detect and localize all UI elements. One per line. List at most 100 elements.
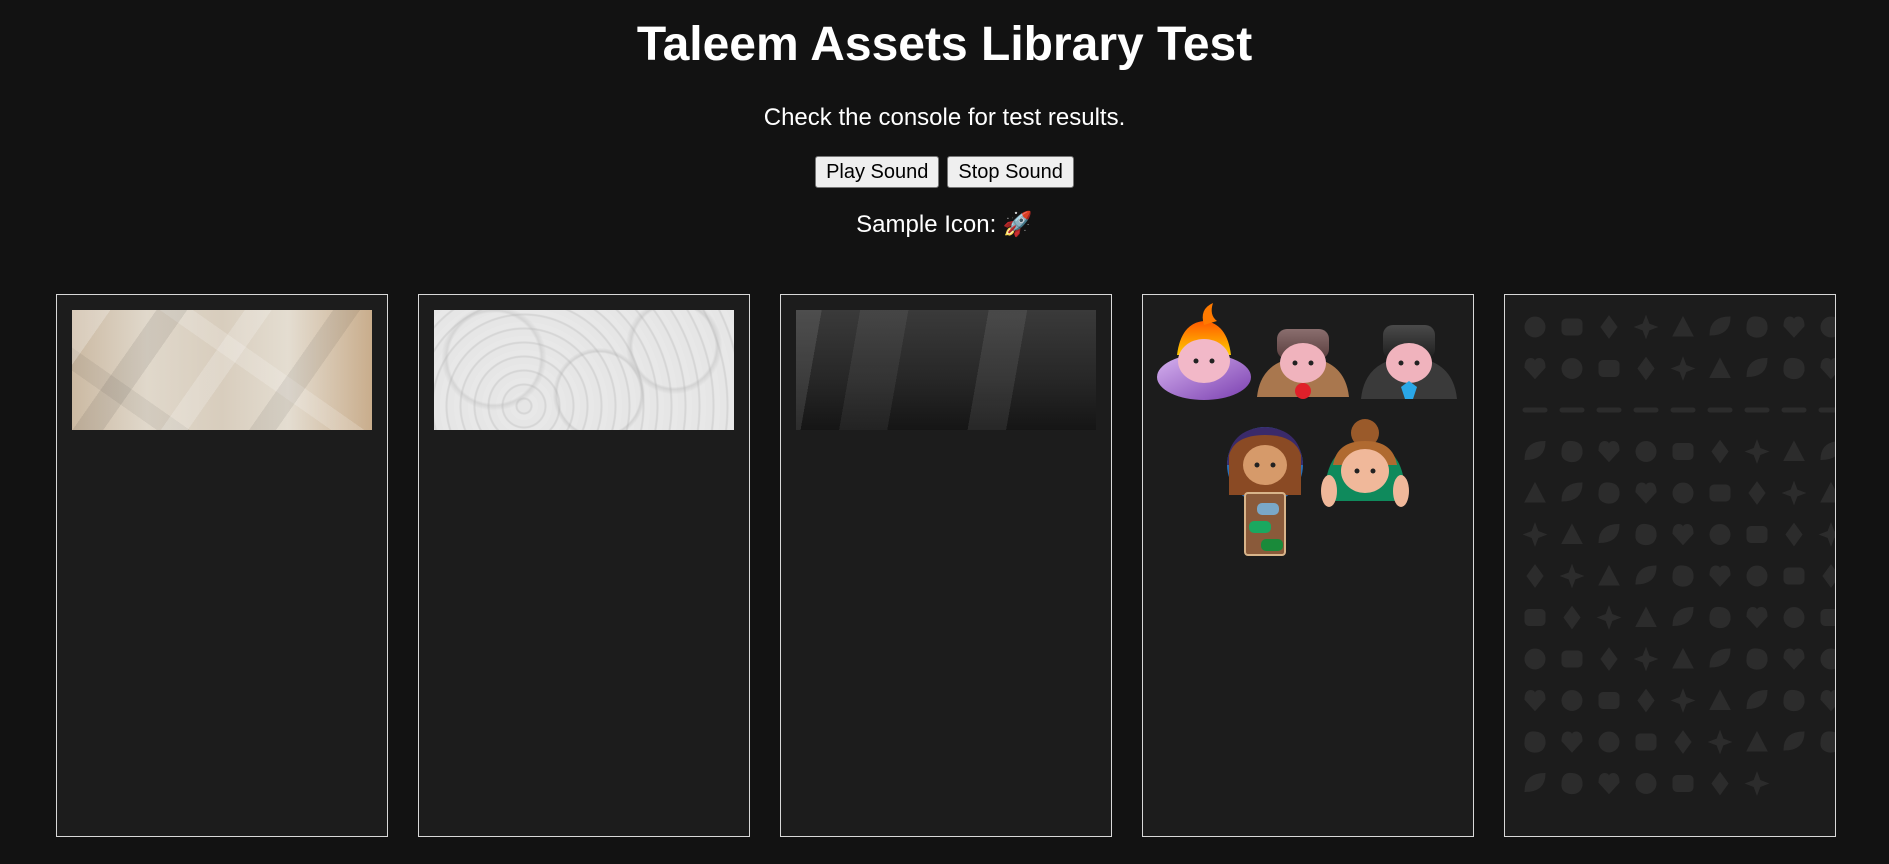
pattern-doodle-icon	[1707, 729, 1733, 755]
avatar-man-red-tie	[1257, 329, 1349, 399]
pattern-doodle-icon	[1820, 648, 1835, 670]
pattern-doodle-icon	[1707, 407, 1733, 413]
stop-sound-button[interactable]: Stop Sound	[947, 156, 1074, 188]
pattern-doodle-icon	[1635, 441, 1657, 462]
pattern-doodle-icon	[1635, 482, 1657, 504]
pattern-doodle-icon	[1672, 775, 1694, 792]
pattern-doodle-icon	[1596, 605, 1622, 630]
sample-icon-row: Sample Icon: 🚀	[0, 210, 1889, 240]
pattern-doodle-icon	[1524, 609, 1546, 626]
pattern-doodle-icon	[1670, 407, 1696, 413]
pattern-doodle-icon	[1746, 357, 1768, 378]
pattern-doodle-icon	[1598, 482, 1620, 504]
pattern-doodle-icon	[1744, 439, 1770, 464]
pattern-doodle-icon	[1820, 609, 1835, 626]
pattern-doodle-icon	[1672, 523, 1694, 546]
pattern-doodle-icon	[1674, 730, 1692, 754]
avatar-girl-with-book	[1227, 427, 1303, 556]
pattern-doodle-icon	[1709, 689, 1731, 710]
avatar-girl-bun	[1321, 419, 1409, 507]
pattern-doodle-icon	[1600, 315, 1618, 339]
pattern-doodle-icon	[1633, 646, 1659, 672]
pattern-doodle-icon	[1818, 522, 1835, 547]
avatar-man-blue-tie	[1361, 325, 1457, 399]
pattern-doodle-icon	[1561, 772, 1583, 795]
pattern-doodle-icon	[1561, 440, 1583, 463]
pattern-doodle-icon	[1672, 647, 1694, 669]
avatars-panel	[1142, 294, 1474, 837]
sound-controls: Play Sound Stop Sound	[0, 156, 1889, 188]
pattern-doodle-icon	[1524, 689, 1546, 712]
pattern-doodle-icon	[1635, 773, 1657, 794]
pattern-doodle-icon	[1598, 523, 1620, 544]
pattern-doodle-icon	[1746, 526, 1768, 543]
pattern-doodle-icon	[1783, 567, 1805, 585]
page-subtitle: Check the console for test results.	[763, 104, 1126, 131]
pattern-panel	[1504, 294, 1836, 837]
pattern-doodle-icon	[1670, 356, 1696, 381]
pattern-doodle-icon	[1635, 523, 1657, 546]
play-sound-button[interactable]: Play Sound	[815, 156, 940, 188]
pattern-doodle-icon	[1709, 357, 1731, 378]
pattern-doodle-icon	[1561, 690, 1583, 711]
pattern-doodle-icon	[1598, 731, 1620, 753]
pattern-doodle-icon	[1561, 318, 1583, 336]
pattern-doodle-icon	[1820, 441, 1835, 461]
pattern-doodle-icon	[1709, 524, 1731, 545]
pattern-doodle-icon	[1748, 481, 1766, 505]
pattern-doodle-icon	[1709, 316, 1731, 336]
pattern-doodle-icon	[1561, 523, 1583, 544]
pattern-doodle-icon	[1559, 563, 1585, 589]
pattern-doodle-icon	[1635, 565, 1657, 585]
pattern-doodle-icon	[1746, 648, 1768, 670]
pattern-doodle-icon	[1633, 314, 1659, 340]
pattern-doodle-icon	[1524, 481, 1546, 503]
pattern-doodle-icon	[1746, 730, 1768, 752]
pattern-doodle-icon	[1783, 648, 1805, 670]
pattern-doodle-icon	[1781, 407, 1807, 413]
avatars-canvas	[1157, 303, 1457, 556]
pattern-doodle-icon	[1526, 564, 1544, 588]
pattern-doodle-icon	[1524, 772, 1546, 793]
pattern-doodle-icon	[1820, 481, 1835, 503]
pattern-doodle-icon	[1709, 484, 1731, 502]
texture-panel-chalkboard	[780, 294, 1112, 837]
pattern-doodle-icon	[1561, 482, 1583, 502]
pattern-doodle-icon	[1524, 648, 1546, 670]
pattern-doodle-icon	[1781, 480, 1807, 506]
pattern-doodle-icon	[1563, 605, 1581, 630]
pattern-doodle-icon	[1561, 358, 1583, 379]
dark-chalkboard-texture	[796, 310, 1096, 430]
pattern-doodle-icon	[1561, 650, 1583, 668]
pattern-doodle-icon	[1746, 565, 1768, 587]
page-title: Taleem Assets Library Test	[636, 18, 1253, 71]
pattern-doodle-icon	[1598, 440, 1620, 463]
pattern-doodle-icon	[1820, 689, 1835, 712]
pattern-doodle-icon	[1559, 407, 1585, 413]
pattern-doodle-icon	[1524, 440, 1546, 461]
pattern-doodle-icon	[1746, 316, 1768, 338]
pattern-doodle-icon	[1711, 771, 1729, 796]
pattern-doodle-icon	[1524, 316, 1546, 338]
pattern-doodle-icon	[1524, 731, 1546, 753]
pattern-doodle-icon	[1670, 688, 1696, 713]
pattern-doodle-icon	[1783, 731, 1805, 751]
pattern-doodle-icon	[1522, 407, 1548, 413]
pattern-doodle-icon	[1783, 316, 1805, 338]
pattern-doodle-icon	[1598, 360, 1620, 377]
pattern-doodle-icon	[1709, 565, 1731, 587]
pattern-doodle-icon	[1711, 439, 1729, 464]
crumpled-paper-texture	[72, 310, 372, 430]
rocket-icon: 🚀	[1002, 211, 1033, 238]
pattern-doodle-icon	[1672, 565, 1694, 587]
pattern-doodle-icon	[1672, 606, 1694, 627]
pattern-doodle-icon	[1633, 407, 1659, 413]
pattern-doodle-icon	[1637, 688, 1655, 713]
pattern-doodle-icon	[1820, 316, 1835, 338]
white-plaster-texture	[434, 310, 734, 430]
pattern-doodle-icon	[1672, 443, 1694, 460]
pattern-doodle-icon	[1822, 564, 1835, 588]
pattern-doodle-icon	[1598, 692, 1620, 709]
avatar-wizard	[1157, 303, 1251, 400]
pattern-doodle-icon	[1635, 606, 1657, 627]
